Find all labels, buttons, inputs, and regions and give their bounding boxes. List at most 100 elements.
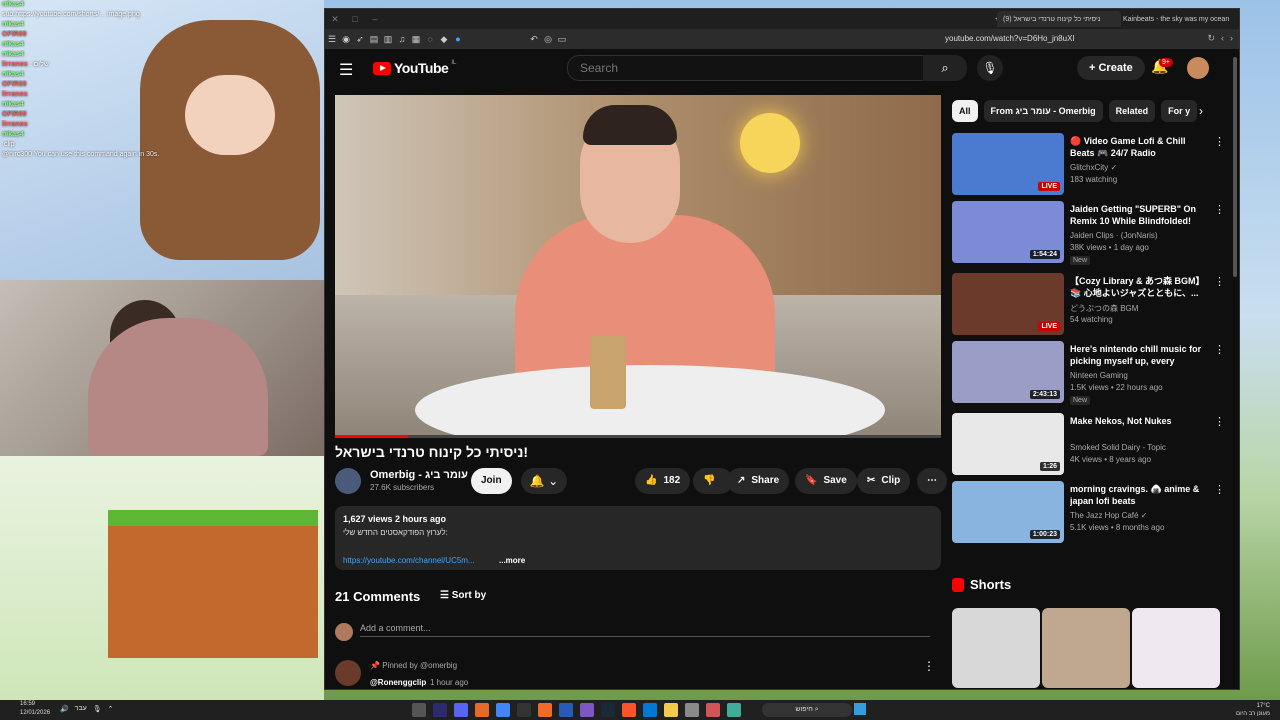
chip-for-you[interactable]: For y [1161,100,1198,122]
create-button[interactable]: + Create [1077,56,1145,80]
channel-avatar[interactable] [335,468,361,494]
volume-icon[interactable]: 🔊 [60,705,69,713]
chat-icon[interactable]: ◌ [423,34,437,44]
microphone-icon[interactable]: 🎙 [977,55,1003,81]
share-button[interactable]: ↗ Share [727,468,790,494]
more-vertical-icon[interactable]: ⋮ [1214,135,1225,148]
comment-menu-icon[interactable]: ⋮ [923,659,935,673]
terminal-icon[interactable] [517,703,531,717]
recommended-channel[interactable]: Jaiden Clips · (JonNaris) [1070,231,1158,240]
close-window-icon[interactable]: ✕ [325,14,345,25]
channel-name[interactable]: Omerbig - עומר ביג [370,469,468,481]
recommended-channel[interactable]: The Jazz Hop Café ✓ [1070,511,1147,520]
forward-nav-icon[interactable]: › [1230,33,1233,44]
taskbar-search[interactable]: חיפוש ⌕ [762,703,852,717]
sort-button[interactable]: ☰ Sort by [440,590,486,601]
app-icon[interactable] [475,703,489,717]
subscription-bell-button[interactable]: 🔔 ⌄ [521,468,567,494]
search-icon[interactable]: ⌕ [923,55,967,81]
back-nav-icon[interactable]: ‹ [1221,33,1224,44]
reader-icon[interactable]: ▤ [367,34,381,45]
video-progress-bar[interactable] [335,435,941,438]
more-link[interactable]: ...more [499,556,525,565]
tab-icon[interactable]: ▭ [555,34,569,45]
brave-icon[interactable] [622,703,636,717]
video-thumbnail[interactable]: 2:43:13 [952,341,1064,403]
comment-username[interactable]: @Ronenggclip [370,678,426,687]
mic-tray-icon[interactable]: 🎙 [93,705,102,713]
recommended-title[interactable]: 🔴 Video Game Lofi & Chill Beats 🎮 24/7 R… [1070,135,1210,159]
music-icon[interactable]: ♫ [395,34,409,44]
video-thumbnail[interactable]: LIVE [952,273,1064,335]
reload-icon[interactable]: ↻ [1207,33,1215,44]
menu-icon[interactable]: ☰ [325,34,339,45]
account-avatar[interactable] [1187,57,1209,79]
language-indicator[interactable]: עבר [75,705,87,713]
recommended-title[interactable]: Make Nekos, Not Nukes [1070,415,1210,427]
clock[interactable]: 16:59 12/01/2026 [20,700,50,718]
description-link[interactable]: https://youtube.com/channel/UC5m... [343,556,475,565]
recommended-video[interactable]: 1:54:24 Jaiden Getting "SUPERB" On Remix … [952,201,1225,265]
short-item[interactable] [1132,608,1220,688]
recommended-title[interactable]: morning cravings. 🍙 anime & japan lofi b… [1070,483,1210,507]
recommended-channel[interactable]: GlitchxCity ✓ [1070,163,1117,172]
short-item[interactable] [952,608,1040,688]
pin-icon[interactable]: ➶ [353,34,367,45]
recommended-video[interactable]: LIVE 🔴 Video Game Lofi & Chill Beats 🎮 24… [952,133,1225,197]
hamburger-menu-icon[interactable]: ☰ [339,60,353,80]
video-thumbnail[interactable]: 1:00:23 [952,481,1064,543]
join-button[interactable]: Join [471,468,512,494]
like-button[interactable]: 👍 182 [635,468,691,494]
chip-all[interactable]: All [952,100,978,122]
shield-icon[interactable]: ◉ [339,34,353,45]
sidebar-icon[interactable]: ▥ [381,34,395,45]
mail-icon[interactable] [643,703,657,717]
folder-icon[interactable] [664,703,678,717]
recommended-title[interactable]: Jaiden Getting "SUPERB" On Remix 10 Whil… [1070,203,1210,227]
app-icon[interactable] [538,703,552,717]
more-actions-button[interactable]: ⋯ [917,468,947,494]
video-thumbnail[interactable]: LIVE [952,133,1064,195]
obs-icon[interactable] [433,703,447,717]
video-player[interactable] [335,95,941,436]
maximize-window-icon[interactable]: □ [345,14,365,24]
search-input[interactable] [568,56,922,80]
description-box[interactable]: 1,627 views 2 hours ago לערוץ הפודקאסטים… [335,506,941,570]
recommended-channel[interactable]: Ninteen Gaming [1070,371,1128,380]
short-item[interactable] [1042,608,1130,688]
tab-kainbeats[interactable]: Kainbeats - the sky was my ocean [1117,11,1237,27]
url-bar[interactable]: youtube.com/watch?v=D6Ho_jn8uXI [945,34,1075,43]
more-vertical-icon[interactable]: ⋮ [1214,275,1225,288]
tray-chevron-icon[interactable]: ⌃ [108,705,114,713]
app-icon[interactable] [580,703,594,717]
globe-icon[interactable]: ● [451,34,465,44]
photoshop-icon[interactable] [559,703,573,717]
minimize-window-icon[interactable]: – [365,14,385,24]
extension-icon[interactable]: ◎ [541,34,555,45]
recommended-video[interactable]: 1:26 Make Nekos, Not Nukes Smoked Solid Da… [952,413,1225,477]
save-button[interactable]: 🔖 Save [795,468,857,494]
diamond-icon[interactable]: ◆ [437,34,451,45]
app-icon[interactable] [706,703,720,717]
recommended-video[interactable]: 1:00:23 morning cravings. 🍙 anime & japan… [952,481,1225,545]
app-icon[interactable] [727,703,741,717]
steam-icon[interactable] [601,703,615,717]
recommended-video[interactable]: 2:43:13 Here's nintendo chill music for p… [952,341,1225,405]
commenter-avatar[interactable] [335,660,361,686]
more-vertical-icon[interactable]: ⋮ [1214,203,1225,216]
more-vertical-icon[interactable]: ⋮ [1214,415,1225,428]
youtube-logo[interactable]: YouTube IL [373,60,456,76]
video-thumbnail[interactable]: 1:26 [952,413,1064,475]
chip-related[interactable]: Related [1108,100,1156,122]
app-icon[interactable] [685,703,699,717]
more-vertical-icon[interactable]: ⋮ [1214,343,1225,356]
start-button-icon[interactable] [854,703,866,715]
file-explorer-icon[interactable] [412,703,426,717]
video-thumbnail[interactable]: 1:54:24 [952,201,1064,263]
recommended-title[interactable]: Here's nintendo chill music for picking … [1070,343,1210,369]
clip-button[interactable]: ✂ Clip [857,468,911,494]
recommended-channel[interactable]: どうぶつの森 BGM [1070,303,1138,314]
recommended-video[interactable]: LIVE 【Cozy Library & あつ森 BGM】📚 心地よいジャズととも… [952,273,1225,337]
tab-active[interactable]: (9) ניסיתי כל קינוח טרנדי בישראל [997,11,1121,27]
more-vertical-icon[interactable]: ⋮ [1214,483,1225,496]
